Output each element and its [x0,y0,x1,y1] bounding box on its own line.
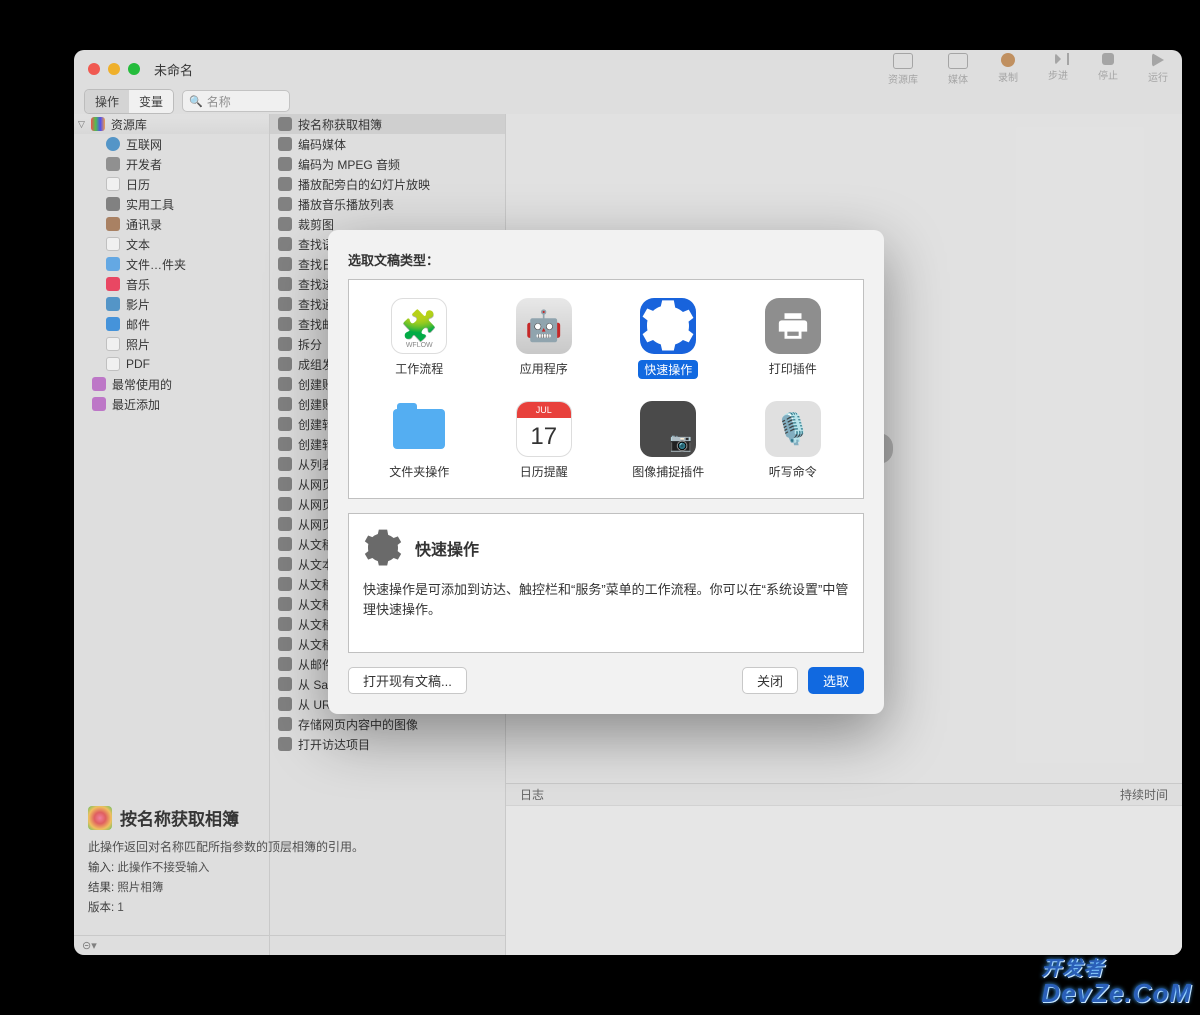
workflow-icon: 🧩 [391,298,447,354]
microphone-icon: 🎙️ [765,401,821,457]
desc-title: 快速操作 [415,536,479,560]
cell-image-capture[interactable]: 图像捕捉插件 [606,395,731,486]
doctype-grid: 🧩 工作流程 🤖 应用程序 快速操作 打印插件 文件夹操作 JUL 17 [348,279,864,499]
calendar-icon: JUL 17 [516,401,572,457]
cell-print-plugin[interactable]: 打印插件 [731,292,856,385]
modal-title: 选取文稿类型： [348,250,864,269]
watermark: 开发者 DevZe.CoM [1041,960,1192,1009]
gear-icon [363,528,403,568]
doctype-description: 快速操作 快速操作是可添加到访达、触控栏和“服务”菜单的工作流程。你可以在“系统… [348,513,864,653]
app-icon: 🤖 [516,298,572,354]
gear-icon [640,298,696,354]
desc-text: 快速操作是可添加到访达、触控栏和“服务”菜单的工作流程。你可以在“系统设置”中管… [363,580,849,619]
choose-button[interactable]: 选取 [808,667,864,694]
cell-application[interactable]: 🤖 应用程序 [482,292,607,385]
cell-calendar-alarm[interactable]: JUL 17 日历提醒 [482,395,607,486]
cell-folder-action[interactable]: 文件夹操作 [357,395,482,486]
image-capture-icon [640,401,696,457]
open-existing-button[interactable]: 打开现有文稿... [348,667,467,694]
printer-icon [765,298,821,354]
folder-icon [391,401,447,457]
doctype-modal: 选取文稿类型： 🧩 工作流程 🤖 应用程序 快速操作 打印插件 文件夹操作 [328,230,884,714]
cell-dictation[interactable]: 🎙️ 听写命令 [731,395,856,486]
cell-quick-action[interactable]: 快速操作 [606,292,731,385]
cell-workflow[interactable]: 🧩 工作流程 [357,292,482,385]
close-button[interactable]: 关闭 [742,667,798,694]
